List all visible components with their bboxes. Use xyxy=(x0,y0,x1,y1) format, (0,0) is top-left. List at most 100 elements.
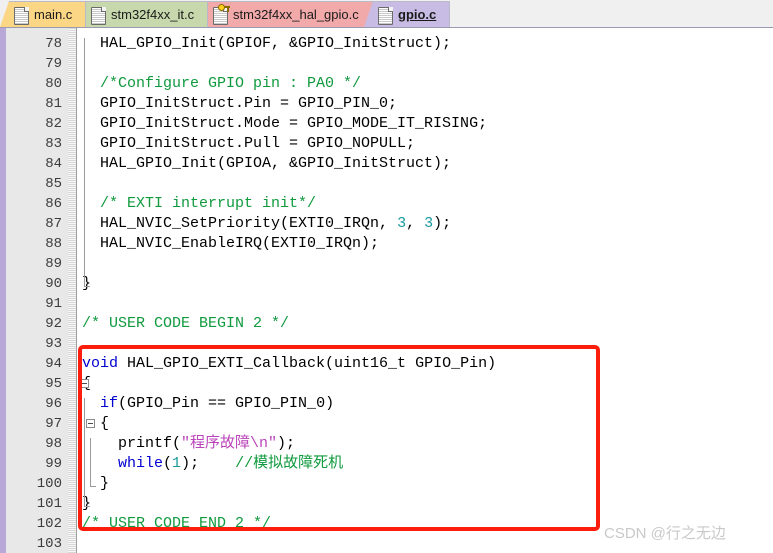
code-token: } xyxy=(82,475,110,492)
code-line[interactable]: 88 HAL_NVIC_EnableIRQ(EXTI0_IRQn); xyxy=(0,234,773,254)
line-number: 97 xyxy=(45,416,62,432)
editor-tab-stm32f4xx-it-c[interactable]: stm32f4xx_it.c xyxy=(77,1,208,27)
code-text[interactable]: HAL_GPIO_Init(GPIOF, &GPIO_InitStruct); xyxy=(82,34,451,54)
code-text[interactable]: GPIO_InitStruct.Mode = GPIO_MODE_IT_RISI… xyxy=(82,114,487,134)
code-token: ); xyxy=(277,435,296,452)
line-number: 96 xyxy=(45,396,62,412)
line-number: 100 xyxy=(36,476,62,492)
fold-collapse-box[interactable] xyxy=(80,379,89,388)
code-text[interactable]: /* EXTI interrupt init*/ xyxy=(82,194,316,214)
code-line[interactable]: 94 void HAL_GPIO_EXTI_Callback(uint16_t G… xyxy=(0,354,773,374)
code-text[interactable]: while(1); //模拟故障死机 xyxy=(82,454,343,474)
watermark-text: CSDN @行之无边 xyxy=(604,525,726,542)
code-line[interactable]: 83 GPIO_InitStruct.Pull = GPIO_NOPULL; xyxy=(0,134,773,154)
code-line[interactable]: 89 xyxy=(0,254,773,274)
document-icon xyxy=(14,6,29,25)
code-line[interactable]: 99 while(1); //模拟故障死机 xyxy=(0,454,773,474)
document-glyph xyxy=(91,6,106,25)
code-text[interactable]: void HAL_GPIO_EXTI_Callback(uint16_t GPI… xyxy=(82,354,496,374)
editor-tab-label: stm32f4xx_it.c xyxy=(111,7,195,22)
code-line[interactable]: 91 xyxy=(0,294,773,314)
line-number: 95 xyxy=(45,376,62,392)
code-line[interactable]: 93 xyxy=(0,334,773,354)
code-text[interactable]: printf("程序故障\n"); xyxy=(82,434,295,454)
code-token: printf( xyxy=(82,435,182,452)
code-line[interactable]: 82 GPIO_InitStruct.Mode = GPIO_MODE_IT_R… xyxy=(0,114,773,134)
fold-collapse-box[interactable] xyxy=(86,419,95,428)
fold-guide-line xyxy=(84,398,85,506)
code-token: GPIO_InitStruct.Mode = GPIO_MODE_IT_RISI… xyxy=(82,115,488,132)
code-text[interactable]: if(GPIO_Pin == GPIO_PIN_0) xyxy=(82,394,334,414)
document-locked-icon xyxy=(213,3,230,25)
document-icon xyxy=(378,6,393,25)
code-token: 3 xyxy=(397,215,407,232)
editor-tab-label: stm32f4xx_hal_gpio.c xyxy=(233,7,359,22)
code-token: /*Configure GPIO pin : PA0 */ xyxy=(100,75,362,92)
code-token: ( xyxy=(163,455,173,472)
editor-tab-label: gpio.c xyxy=(398,7,437,22)
code-line[interactable]: 96 if(GPIO_Pin == GPIO_PIN_0) xyxy=(0,394,773,414)
code-token: /* USER CODE END 2 */ xyxy=(82,515,272,532)
code-token: if xyxy=(100,395,119,412)
line-number: 83 xyxy=(45,136,62,152)
code-text[interactable]: HAL_GPIO_Init(GPIOA, &GPIO_InitStruct); xyxy=(82,154,451,174)
code-token: 3 xyxy=(424,215,434,232)
editor-tab-main-c[interactable]: main.c xyxy=(0,1,86,27)
code-text[interactable]: /*Configure GPIO pin : PA0 */ xyxy=(82,74,361,94)
fold-end-tick xyxy=(84,286,90,287)
code-line[interactable]: 100 } xyxy=(0,474,773,494)
editor-tab-gpio-c[interactable]: gpio.c xyxy=(364,1,450,27)
code-line[interactable]: 98 printf("程序故障\n"); xyxy=(0,434,773,454)
line-number: 89 xyxy=(45,256,62,272)
line-number: 91 xyxy=(45,296,62,312)
code-line[interactable]: 78 HAL_GPIO_Init(GPIOF, &GPIO_InitStruct… xyxy=(0,34,773,54)
code-token: void xyxy=(82,355,119,372)
line-number: 88 xyxy=(45,236,62,252)
code-line[interactable]: 92 /* USER CODE BEGIN 2 */ xyxy=(0,314,773,334)
line-number: 103 xyxy=(36,536,62,552)
code-line[interactable]: 90} xyxy=(0,274,773,294)
code-text[interactable]: /* USER CODE END 2 */ xyxy=(82,514,271,534)
code-line[interactable]: 97 { xyxy=(0,414,773,434)
document-glyph xyxy=(378,6,393,25)
code-text[interactable]: HAL_NVIC_EnableIRQ(EXTI0_IRQn); xyxy=(82,234,379,254)
code-token: //模拟故障死机 xyxy=(235,455,344,472)
line-number: 78 xyxy=(45,36,62,52)
fold-guide-line xyxy=(90,438,91,486)
code-text[interactable]: /* USER CODE BEGIN 2 */ xyxy=(82,314,289,334)
line-number: 80 xyxy=(45,76,62,92)
fold-end-tick xyxy=(90,486,96,487)
editor-tab-bar: main.c stm32f4xx_it.c stm32f4xx_hal_gpio.c… xyxy=(0,0,773,28)
code-line[interactable]: 81 GPIO_InitStruct.Pin = GPIO_PIN_0; xyxy=(0,94,773,114)
document-icon xyxy=(91,6,106,25)
fold-end-tick xyxy=(84,506,90,507)
code-token: ); xyxy=(433,215,452,232)
line-number: 101 xyxy=(36,496,62,512)
editor-tab-stm32f4xx-hal-gpio-c[interactable]: stm32f4xx_hal_gpio.c xyxy=(199,1,373,27)
code-text[interactable]: } xyxy=(82,474,109,494)
line-number: 81 xyxy=(45,96,62,112)
code-token: HAL_GPIO_EXTI_Callback(uint16_t GPIO_Pin… xyxy=(118,355,497,372)
code-token: /* USER CODE BEGIN 2 */ xyxy=(82,315,290,332)
code-token: HAL_GPIO_Init(GPIOF, &GPIO_InitStruct); xyxy=(82,35,452,52)
code-token: /* EXTI interrupt init*/ xyxy=(100,195,317,212)
line-number: 92 xyxy=(45,316,62,332)
code-line[interactable]: 85 xyxy=(0,174,773,194)
code-editor[interactable]: 78 HAL_GPIO_Init(GPIOF, &GPIO_InitStruct… xyxy=(0,28,773,553)
code-token: (GPIO_Pin == GPIO_PIN_0) xyxy=(118,395,335,412)
code-line[interactable]: 95{ xyxy=(0,374,773,394)
code-text[interactable]: GPIO_InitStruct.Pin = GPIO_PIN_0; xyxy=(82,94,397,114)
line-number: 79 xyxy=(45,56,62,72)
code-text[interactable]: GPIO_InitStruct.Pull = GPIO_NOPULL; xyxy=(82,134,415,154)
code-token: HAL_NVIC_SetPriority(EXTI0_IRQn, xyxy=(82,215,398,232)
code-line[interactable]: 87 HAL_NVIC_SetPriority(EXTI0_IRQn, 3, 3… xyxy=(0,214,773,234)
code-text[interactable]: HAL_NVIC_SetPriority(EXTI0_IRQn, 3, 3); xyxy=(82,214,451,234)
code-line[interactable]: 79 xyxy=(0,54,773,74)
code-line[interactable]: 84 HAL_GPIO_Init(GPIOA, &GPIO_InitStruct… xyxy=(0,154,773,174)
code-line[interactable]: 80 /*Configure GPIO pin : PA0 */ xyxy=(0,74,773,94)
code-line[interactable]: 86 /* EXTI interrupt init*/ xyxy=(0,194,773,214)
code-line[interactable]: 101} xyxy=(0,494,773,514)
code-token: , xyxy=(406,215,425,232)
code-token: GPIO_InitStruct.Pin = GPIO_PIN_0; xyxy=(82,95,398,112)
code-token: ); xyxy=(181,455,236,472)
